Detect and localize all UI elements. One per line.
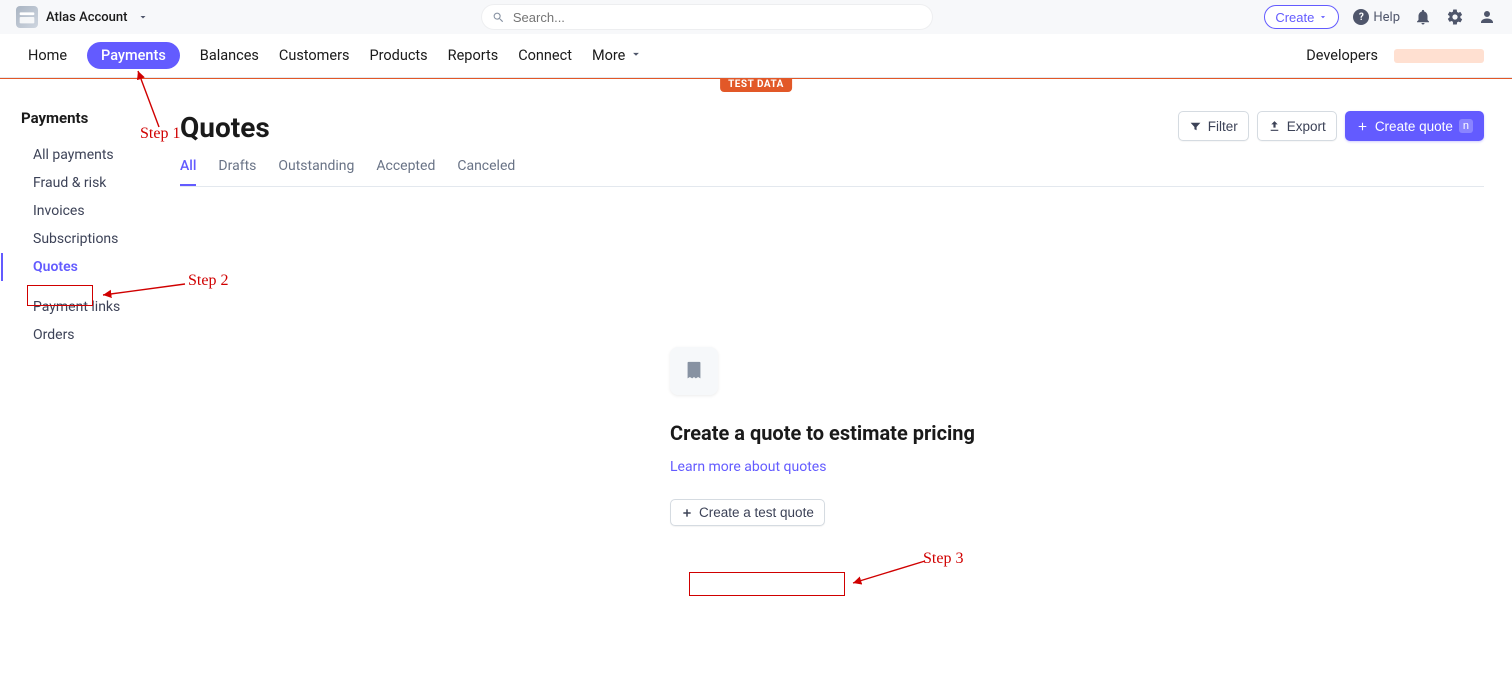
nav-item-customers[interactable]: Customers [279, 47, 350, 64]
export-icon [1268, 120, 1281, 133]
search-input[interactable] [511, 9, 922, 26]
sidebar-item-invoices[interactable]: Invoices [1, 197, 180, 225]
help-label: Help [1373, 10, 1400, 25]
tab-canceled[interactable]: Canceled [457, 158, 515, 186]
annotation-arrow-step3 [845, 555, 935, 590]
nav-item-more[interactable]: More [592, 47, 643, 65]
sidebar-item-fraud-risk[interactable]: Fraud & risk [1, 169, 180, 197]
search-icon [492, 11, 505, 24]
create-button[interactable]: Create [1264, 5, 1339, 29]
notifications-icon[interactable] [1414, 8, 1432, 26]
tab-outstanding[interactable]: Outstanding [278, 158, 354, 186]
plus-icon [1356, 120, 1369, 133]
tab-all[interactable]: All [180, 158, 196, 186]
chevron-down-icon [137, 11, 149, 23]
content: Quotes Filter Export Create quote n All D… [180, 79, 1512, 526]
nav-item-connect[interactable]: Connect [518, 47, 572, 64]
create-quote-button[interactable]: Create quote n [1345, 111, 1484, 141]
org-logo [16, 6, 38, 28]
chevron-down-icon [629, 47, 643, 65]
topbar: Atlas Account Create ? Help [0, 0, 1512, 34]
nav-item-payments[interactable]: Payments [87, 42, 180, 69]
sidebar-item-all-payments[interactable]: All payments [1, 141, 180, 169]
nav-item-balances[interactable]: Balances [200, 47, 259, 64]
tab-drafts[interactable]: Drafts [218, 158, 256, 186]
profile-icon[interactable] [1478, 8, 1496, 26]
create-test-quote-button[interactable]: Create a test quote [670, 499, 825, 526]
chevron-down-icon [1318, 12, 1328, 22]
settings-icon[interactable] [1446, 8, 1464, 26]
search-input-wrap[interactable] [482, 5, 932, 29]
sidebar-item-subscriptions[interactable]: Subscriptions [1, 225, 180, 253]
filter-button[interactable]: Filter [1178, 111, 1249, 141]
empty-state: Create a quote to estimate pricing Learn… [670, 347, 1130, 526]
receipt-icon [683, 360, 705, 382]
plus-icon [681, 507, 693, 519]
sidebar-item-quotes[interactable]: Quotes [1, 253, 180, 281]
export-button[interactable]: Export [1257, 111, 1337, 141]
empty-state-title: Create a quote to estimate pricing [670, 421, 1130, 445]
account-switcher[interactable]: Atlas Account [46, 10, 127, 25]
sidebar: Payments All paymentsFraud & riskInvoice… [0, 79, 180, 526]
help-link[interactable]: ? Help [1353, 9, 1400, 25]
nav-item-home[interactable]: Home [28, 47, 67, 64]
filter-label: Filter [1208, 119, 1238, 134]
annotation-label-step3: Step 3 [923, 550, 963, 568]
test-mode-toggle[interactable] [1394, 49, 1484, 63]
help-icon: ? [1353, 9, 1369, 25]
learn-more-link[interactable]: Learn more about quotes [670, 459, 826, 475]
create-quote-label: Create quote [1375, 119, 1453, 134]
nav-developers[interactable]: Developers [1306, 47, 1378, 64]
create-quote-kbd: n [1459, 119, 1473, 133]
sidebar-item-payment-links[interactable]: Payment links [1, 293, 180, 321]
filter-icon [1189, 120, 1202, 133]
empty-state-icon [670, 347, 718, 395]
sidebar-title: Payments [21, 109, 180, 127]
nav-item-products[interactable]: Products [369, 47, 427, 64]
export-label: Export [1287, 119, 1326, 134]
sidebar-item-orders[interactable]: Orders [1, 321, 180, 349]
annotation-box-step3 [689, 572, 845, 596]
page-title: Quotes [180, 111, 270, 144]
create-test-quote-label: Create a test quote [699, 505, 814, 520]
create-button-label: Create [1275, 10, 1314, 25]
nav-item-reports[interactable]: Reports [448, 47, 499, 64]
main-nav: Home Payments Balances Customers Products Rep… [0, 34, 1512, 78]
tabs: All Drafts Outstanding Accepted Canceled [180, 158, 1484, 187]
tab-accepted[interactable]: Accepted [376, 158, 435, 186]
